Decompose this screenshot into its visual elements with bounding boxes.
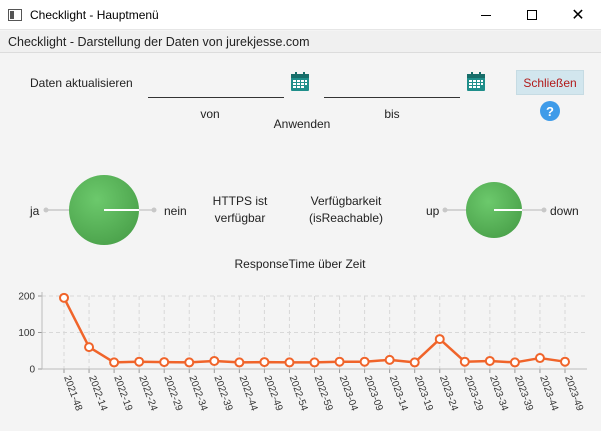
data-point bbox=[409, 357, 420, 368]
x-tick-label: 2023-34 bbox=[487, 374, 510, 413]
reach-caption-1: Verfügbarkeit bbox=[310, 194, 382, 208]
from-caption: von bbox=[200, 107, 220, 121]
data-point bbox=[334, 356, 345, 367]
to-date-field[interactable] bbox=[324, 78, 460, 98]
data-point bbox=[359, 356, 370, 367]
help-icon[interactable]: ? bbox=[540, 101, 560, 121]
data-point bbox=[459, 356, 470, 367]
to-calendar-icon[interactable] bbox=[466, 72, 486, 92]
maximize-icon bbox=[527, 10, 537, 20]
x-tick-label: 2022-59 bbox=[312, 374, 335, 413]
x-tick-label: 2021-48 bbox=[61, 374, 84, 413]
https-caption-1: HTTPS ist bbox=[212, 194, 268, 208]
data-point bbox=[84, 342, 95, 353]
x-tick-label: 2022-39 bbox=[211, 374, 234, 413]
data-point bbox=[159, 357, 170, 368]
https-caption-2: verfügbar bbox=[214, 211, 266, 225]
x-tick-label: 2023-24 bbox=[437, 374, 460, 413]
https-right-label: nein bbox=[164, 204, 187, 218]
minimize-button[interactable] bbox=[463, 0, 509, 30]
app-icon bbox=[8, 8, 22, 21]
close-button[interactable]: Schließen bbox=[516, 70, 584, 95]
x-tick-label: 2022-44 bbox=[237, 374, 260, 413]
data-point bbox=[534, 353, 545, 364]
x-tick-label: 2022-19 bbox=[111, 374, 134, 413]
reach-gauge bbox=[442, 182, 547, 238]
minimize-icon bbox=[481, 14, 491, 16]
x-tick-label: 2023-19 bbox=[412, 374, 435, 413]
x-tick-label: 2023-44 bbox=[537, 374, 560, 413]
to-caption: bis bbox=[384, 107, 400, 121]
data-point bbox=[209, 355, 220, 366]
x-tick-label: 2022-14 bbox=[86, 374, 109, 413]
x-tick-label: 2023-49 bbox=[562, 374, 585, 413]
response-time-chart: 01002002021-48 2022-14 2022-19 2022-24 2022-… bbox=[18, 292, 587, 413]
data-point bbox=[509, 357, 520, 368]
title-bar: Checklight - Hauptmenü ✕ bbox=[0, 0, 601, 30]
data-point bbox=[284, 357, 295, 368]
x-tick-label: 2022-54 bbox=[287, 374, 310, 413]
x-tick-label: 2023-04 bbox=[337, 374, 360, 413]
window-title: Checklight - Hauptmenü bbox=[30, 7, 159, 22]
reach-right-label: down bbox=[550, 204, 579, 218]
x-tick-label: 2023-14 bbox=[387, 374, 410, 413]
chart-title: ResponseTime über Zeit bbox=[234, 257, 366, 271]
from-calendar-icon[interactable] bbox=[290, 72, 310, 92]
data-point bbox=[109, 357, 120, 368]
data-point bbox=[134, 356, 145, 367]
reach-caption-2: (isReachable) bbox=[308, 211, 384, 225]
close-icon: ✕ bbox=[571, 5, 585, 24]
reach-left-label: up bbox=[426, 204, 440, 218]
data-point bbox=[259, 357, 270, 368]
https-left-label: ja bbox=[30, 204, 40, 218]
x-tick-label: 2023-09 bbox=[362, 374, 385, 413]
y-tick-label: 200 bbox=[18, 292, 35, 303]
gauge-right-dot bbox=[151, 207, 157, 213]
data-point bbox=[234, 357, 245, 368]
data-point bbox=[309, 357, 320, 368]
data-point bbox=[59, 292, 69, 303]
x-tick-label: 2022-29 bbox=[161, 374, 184, 413]
x-tick-label: 2022-34 bbox=[186, 374, 209, 413]
gauge-right-dot bbox=[541, 207, 547, 213]
gauge-left-dot bbox=[442, 207, 448, 213]
y-tick-label: 100 bbox=[18, 328, 35, 339]
x-tick-label: 2022-24 bbox=[136, 374, 159, 413]
data-point bbox=[484, 355, 495, 366]
x-tick-label: 2023-39 bbox=[512, 374, 535, 413]
close-window-button[interactable]: ✕ bbox=[555, 0, 601, 30]
x-tick-label: 2022-49 bbox=[262, 374, 285, 413]
refresh-label: Daten aktualisieren bbox=[30, 76, 133, 90]
y-tick-label: 0 bbox=[29, 365, 35, 376]
from-date-field[interactable] bbox=[148, 78, 284, 98]
data-point bbox=[184, 357, 195, 368]
x-tick-label: 2023-29 bbox=[462, 374, 485, 413]
maximize-button[interactable] bbox=[509, 0, 555, 30]
data-point bbox=[384, 354, 395, 365]
gauge-left-dot bbox=[43, 207, 49, 213]
subheader: Checklight - Darstellung der Daten von j… bbox=[0, 31, 601, 53]
apply-button[interactable]: Anwenden bbox=[268, 117, 336, 131]
data-point bbox=[434, 334, 445, 345]
data-point bbox=[560, 356, 570, 367]
